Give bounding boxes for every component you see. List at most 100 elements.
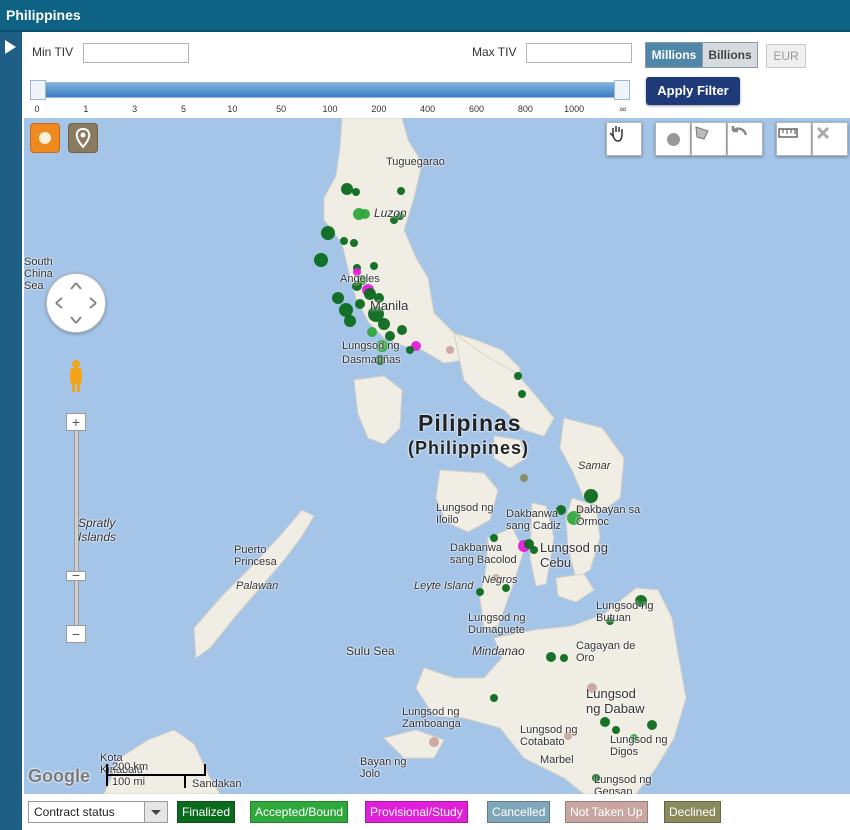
risk-pin[interactable] <box>314 253 328 267</box>
expand-arrow-icon[interactable] <box>5 40 16 54</box>
undo-icon[interactable] <box>727 122 763 156</box>
legend-cancelled[interactable]: Cancelled <box>487 801 551 823</box>
label-dasmarinas: Dasmariñas <box>342 354 401 366</box>
slider-tick: 50 <box>276 104 287 114</box>
slider-max-handle[interactable] <box>614 80 630 100</box>
risk-pin[interactable] <box>350 239 358 247</box>
location-pin-icon[interactable] <box>68 123 98 153</box>
clear-icon[interactable] <box>812 122 848 156</box>
map-view[interactable]: Tuguegarao Luzon Angeles Manila Lungsod … <box>24 118 850 794</box>
risk-pin[interactable] <box>352 188 360 196</box>
risk-pin[interactable] <box>546 652 556 662</box>
risk-pin[interactable] <box>490 694 498 702</box>
risk-pin[interactable] <box>647 720 657 730</box>
risk-pin[interactable] <box>429 737 439 747</box>
label-negros: Negros <box>482 574 518 586</box>
apply-filter-button[interactable]: Apply Filter <box>646 77 740 105</box>
label-bacolod: Dakbanwa sang Bacolod <box>450 542 517 566</box>
slider-tick: 1000 <box>564 104 585 114</box>
min-tiv-label: Min TIV <box>32 45 74 59</box>
measure-ruler-icon[interactable] <box>776 122 812 156</box>
streetview-pegman-icon[interactable] <box>66 358 86 394</box>
draw-circle-icon[interactable] <box>655 122 691 156</box>
pan-control[interactable] <box>46 273 106 333</box>
draw-polygon-icon[interactable] <box>691 122 727 156</box>
zoom-slider-rail[interactable] <box>74 420 79 636</box>
currency-button[interactable]: EUR <box>766 44 806 68</box>
risk-pin[interactable] <box>490 534 498 542</box>
legend-provisional-study[interactable]: Provisional/Study <box>365 801 468 823</box>
pan-hand-icon[interactable] <box>606 122 642 156</box>
legend-finalized[interactable]: Finalized <box>177 801 236 823</box>
label-iloilo: Lungsod ng Iloilo <box>436 502 494 526</box>
zoom-out-icon[interactable]: − <box>66 625 86 643</box>
risk-pin[interactable] <box>584 489 598 503</box>
max-tiv-label: Max TIV <box>472 45 517 59</box>
slider-tick: 200 <box>371 104 387 114</box>
risk-pin[interactable] <box>520 474 528 482</box>
zoom-slider-handle[interactable]: − <box>66 568 86 582</box>
risk-pin[interactable] <box>560 654 568 662</box>
label-leyte: Leyte Island <box>414 580 474 592</box>
risk-pin[interactable] <box>518 390 526 398</box>
map-attribution: Google <box>28 766 90 786</box>
label-mindanao: Mindanao <box>472 644 525 658</box>
slider-tick: 0 <box>34 104 40 114</box>
risk-pin[interactable] <box>378 318 390 330</box>
risk-pin[interactable] <box>446 346 454 354</box>
label-puerto-princesa: Puerto Princesa <box>234 544 277 568</box>
country-label: Pilipinas <box>418 410 522 436</box>
risk-pin[interactable] <box>612 726 620 734</box>
label-zamboanga: Lungsod ng Zamboanga <box>402 706 461 730</box>
risk-pin[interactable] <box>367 327 377 337</box>
select-value: Contract status <box>34 805 115 819</box>
risk-pin[interactable] <box>360 209 370 219</box>
label-butuan: Lungsod ng Butuan <box>596 600 654 624</box>
slider-tick: ∞ <box>619 104 627 114</box>
window-title: Philippines <box>0 0 850 32</box>
scale-km: 200 km <box>112 761 149 773</box>
risk-pin[interactable] <box>340 237 348 245</box>
risk-pin[interactable] <box>370 262 378 270</box>
country-label-en: (Philippines) <box>408 438 529 458</box>
label-dumaguete: Lungsod ng Dumaguete <box>468 612 526 636</box>
risk-pin[interactable] <box>397 187 405 195</box>
label-marbel: Marbel <box>540 754 574 766</box>
label-palawan: Palawan <box>236 580 279 592</box>
label-tuguegarao: Tuguegarao <box>386 156 445 168</box>
label-digos: Lungsod ng Digos <box>610 734 668 758</box>
filter-bar: Min TIV Max TIV Millions Billions EUR Ap… <box>22 32 850 118</box>
contract-status-select[interactable]: Contract status <box>28 801 168 823</box>
legend-accepted-bound[interactable]: Accepted/Bound <box>250 801 349 823</box>
label-cagayan: Cagayan de Oro <box>576 640 636 664</box>
millions-toggle[interactable]: Millions <box>645 42 703 68</box>
billions-toggle[interactable]: Billions <box>702 42 758 68</box>
slider-min-handle[interactable] <box>30 80 46 100</box>
risk-pin[interactable] <box>476 588 484 596</box>
risk-pin[interactable] <box>344 315 356 327</box>
risk-pin[interactable] <box>321 226 335 240</box>
risk-pin[interactable] <box>341 183 353 195</box>
risk-pin[interactable] <box>530 546 538 554</box>
min-tiv-input[interactable] <box>83 43 189 63</box>
tiv-range-slider[interactable] <box>32 82 630 98</box>
max-tiv-input[interactable] <box>526 43 632 63</box>
label-cadiz: Dakbanwa sang Cadiz <box>506 508 562 532</box>
label-jolo: Bayan ng Jolo <box>360 756 407 780</box>
sun-icon[interactable] <box>30 123 60 153</box>
risk-pin[interactable] <box>600 717 610 727</box>
label-gensan: Lungsod ng Gensan <box>594 774 652 794</box>
scale-mi: 100 mi <box>112 776 146 788</box>
label-dabaw: Lungsod ng Dabaw <box>586 686 645 716</box>
risk-pin[interactable] <box>355 299 365 309</box>
risk-pin[interactable] <box>339 303 353 317</box>
legend-not-taken-up[interactable]: Not Taken Up <box>565 801 648 823</box>
risk-pin[interactable] <box>397 325 407 335</box>
legend-declined[interactable]: Declined <box>664 801 721 823</box>
zoom-in-icon[interactable]: + <box>66 413 86 431</box>
chevron-down-icon[interactable] <box>144 802 167 822</box>
risk-pin[interactable] <box>514 372 522 380</box>
risk-pin[interactable] <box>406 346 414 354</box>
risk-pin[interactable] <box>332 292 344 304</box>
sidebar-toggle[interactable] <box>0 32 22 830</box>
